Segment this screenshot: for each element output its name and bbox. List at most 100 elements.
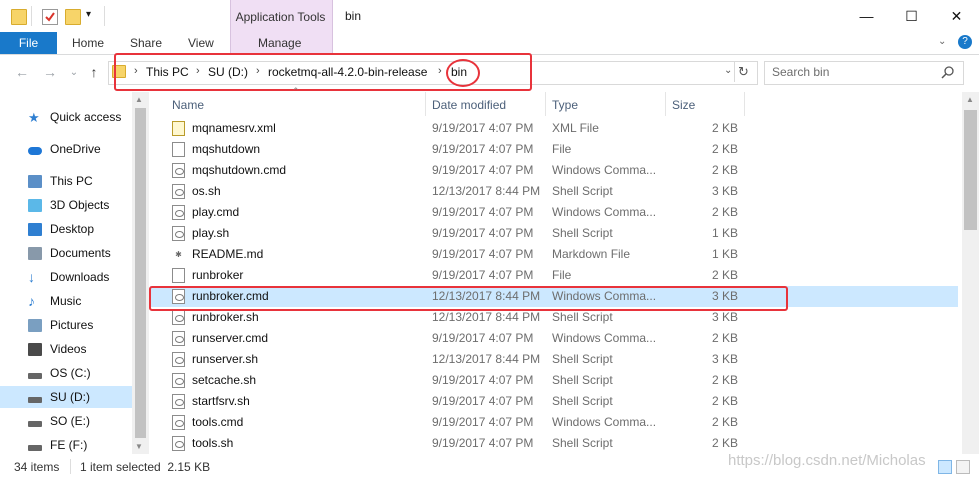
tab-file[interactable]: File [0, 32, 57, 54]
column-divider[interactable] [665, 92, 666, 116]
column-header-name[interactable]: Name [172, 94, 204, 116]
search-icon[interactable] [941, 65, 955, 79]
sidebar-item-downloads[interactable]: ↓ Downloads [0, 266, 132, 288]
sidebar-item-pictures[interactable]: Pictures [0, 314, 132, 336]
script-file-icon [172, 394, 185, 409]
file-name: mqshutdown [192, 142, 261, 156]
file-row[interactable]: runserver.sh 12/13/2017 8:44 PM Shell Scri… [150, 349, 958, 370]
column-divider[interactable] [425, 92, 426, 116]
help-icon[interactable]: ? [958, 35, 972, 49]
sidebar-item-desktop[interactable]: Desktop [0, 218, 132, 240]
file-row[interactable]: tools.sh 9/19/2017 4:07 PM Shell Script 2 K… [150, 433, 958, 454]
file-size: 2 KB [711, 142, 738, 156]
scroll-down-icon[interactable]: ▼ [135, 442, 143, 451]
file-date: 9/19/2017 4:07 PM [432, 247, 534, 261]
forward-button[interactable]: → [40, 62, 60, 82]
file-row[interactable]: mqshutdown.cmd 9/19/2017 4:07 PM Windows C… [150, 160, 958, 181]
file-type: Shell Script [552, 352, 613, 366]
sidebar-item-su-d[interactable]: SU (D:) [0, 386, 132, 408]
file-row[interactable]: mqshutdown 9/19/2017 4:07 PM File 2 KB [150, 139, 958, 160]
file-icon [172, 268, 185, 283]
minimize-button[interactable]: — [844, 0, 889, 32]
address-dropdown-icon[interactable]: ⌄ [724, 65, 732, 76]
file-size: 2 KB [711, 268, 738, 282]
column-header-type[interactable]: Type [552, 94, 578, 116]
scroll-up-icon[interactable]: ▲ [966, 95, 974, 104]
back-button[interactable]: ← [12, 62, 32, 82]
title-bar [0, 0, 979, 32]
maximize-button[interactable]: ☐ [889, 0, 934, 32]
up-button[interactable]: ↑ [84, 62, 104, 82]
tab-home[interactable]: Home [72, 36, 104, 50]
file-row[interactable]: ✱ README.md 9/19/2017 4:07 PM Markdown File… [150, 244, 958, 265]
cloud-icon [28, 146, 42, 155]
column-divider[interactable] [744, 92, 745, 116]
sidebar-item-label: OS (C:) [50, 366, 91, 380]
file-row[interactable]: startfsrv.sh 9/19/2017 4:07 PM Shell Scrip… [150, 391, 958, 412]
file-date: 12/13/2017 8:44 PM [432, 184, 541, 198]
tab-view[interactable]: View [188, 36, 214, 50]
file-row[interactable]: play.cmd 9/19/2017 4:07 PM Windows Comma..… [150, 202, 958, 223]
refresh-icon[interactable]: ↻ [738, 64, 749, 80]
search-placeholder: Search bin [772, 65, 830, 79]
sidebar-item-os-c[interactable]: OS (C:) [0, 362, 132, 384]
file-row[interactable]: os.sh 12/13/2017 8:44 PM Shell Script 3 KB [150, 181, 958, 202]
file-type: Windows Comma... [552, 163, 657, 177]
chevron-down-icon: ⌄ [69, 66, 79, 78]
divider [31, 6, 32, 26]
file-size: 2 KB [711, 331, 738, 345]
file-name: mqnamesrv.xml [192, 121, 276, 135]
file-list-scrollbar-thumb[interactable] [964, 110, 977, 230]
file-size: 3 KB [711, 184, 738, 198]
maximize-icon: ☐ [905, 7, 918, 24]
sidebar-item-videos[interactable]: Videos [0, 338, 132, 360]
file-type: Shell Script [552, 226, 613, 240]
sidebar-item-so-e[interactable]: SO (E:) [0, 410, 132, 432]
nav-scrollbar-thumb[interactable] [135, 108, 146, 438]
arrow-left-icon: ← [15, 64, 29, 80]
file-row[interactable]: runserver.cmd 9/19/2017 4:07 PM Windows Co… [150, 328, 958, 349]
column-header-date[interactable]: Date modified [432, 94, 506, 116]
tab-share[interactable]: Share [130, 36, 162, 50]
file-row[interactable]: tools.cmd 9/19/2017 4:07 PM Windows Comma.… [150, 412, 958, 433]
file-size: 3 KB [711, 352, 738, 366]
file-date: 9/19/2017 4:07 PM [432, 436, 534, 450]
file-name: tools.sh [192, 436, 234, 450]
file-date: 9/19/2017 4:07 PM [432, 394, 534, 408]
file-name: runbroker [192, 268, 244, 282]
recent-locations-button[interactable]: ⌄ [64, 62, 84, 82]
new-folder-icon[interactable] [65, 9, 81, 25]
column-divider[interactable] [545, 92, 546, 116]
sidebar-item-onedrive[interactable]: OneDrive [0, 138, 132, 160]
file-type: Windows Comma... [552, 331, 657, 345]
scroll-up-icon[interactable]: ▲ [135, 95, 143, 104]
sidebar-item-documents[interactable]: Documents [0, 242, 132, 264]
large-icons-view-icon[interactable] [956, 460, 970, 474]
file-size: 2 KB [711, 373, 738, 387]
file-row[interactable]: setcache.sh 9/19/2017 4:07 PM Shell Script… [150, 370, 958, 391]
sidebar-item-label: SO (E:) [50, 414, 91, 428]
sidebar-item-label: Music [50, 294, 82, 308]
window-title: bin [345, 9, 362, 23]
sidebar-item-fe-f[interactable]: FE (F:) [0, 434, 132, 456]
sidebar-item-music[interactable]: ♪ Music [0, 290, 132, 312]
tab-manage[interactable]: Manage [258, 36, 301, 50]
sidebar-item-quick-access[interactable]: ★ Quick access [0, 106, 132, 128]
customize-qat-icon[interactable]: ▾ [86, 9, 91, 20]
properties-icon[interactable] [42, 9, 58, 25]
script-file-icon [172, 352, 185, 367]
file-row[interactable]: runbroker 9/19/2017 4:07 PM File 2 KB [150, 265, 958, 286]
sidebar-item-label: Pictures [50, 318, 94, 332]
file-date: 9/19/2017 4:07 PM [432, 163, 534, 177]
sidebar-item-3d-objects[interactable]: 3D Objects [0, 194, 132, 216]
file-row[interactable]: mqnamesrv.xml 9/19/2017 4:07 PM XML File 2 … [150, 118, 958, 139]
file-date: 12/13/2017 8:44 PM [432, 352, 541, 366]
file-row[interactable]: play.sh 9/19/2017 4:07 PM Shell Script 1 KB [150, 223, 958, 244]
column-header-size[interactable]: Size [672, 94, 695, 116]
selection-info: 1 item selected 2.15 KB [80, 460, 211, 474]
chevron-down-icon[interactable]: ⌄ [938, 36, 946, 47]
sidebar-item-this-pc[interactable]: This PC [0, 170, 132, 192]
details-view-icon[interactable] [938, 460, 952, 474]
file-type: XML File [552, 121, 599, 135]
close-button[interactable]: ✕ [934, 0, 979, 32]
